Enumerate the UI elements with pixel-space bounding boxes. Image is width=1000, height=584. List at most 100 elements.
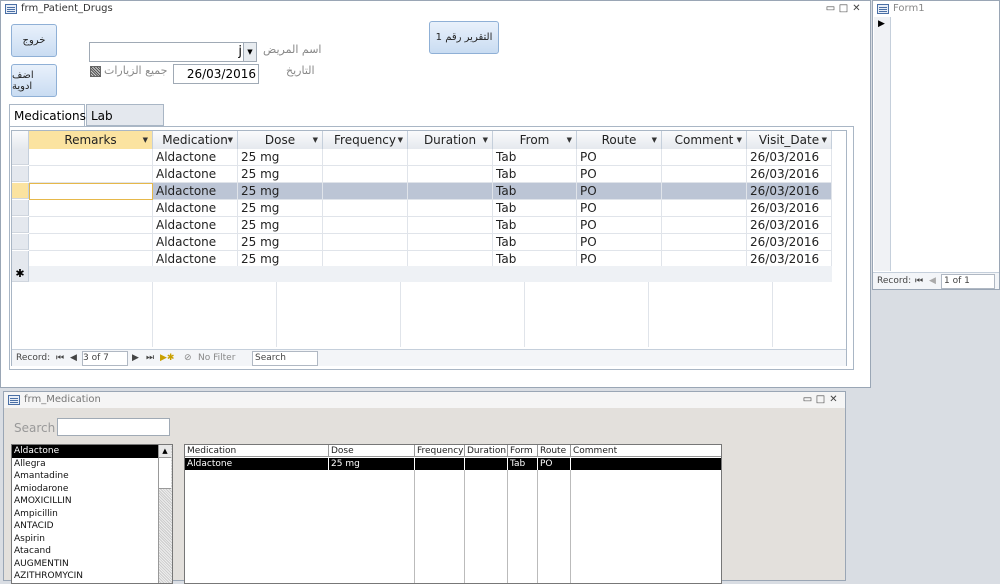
cell-route[interactable]: PO bbox=[577, 234, 662, 251]
cell-visit-date[interactable]: 26/03/2016 bbox=[747, 234, 832, 251]
new-record-row[interactable] bbox=[29, 266, 832, 282]
record-selector[interactable] bbox=[12, 183, 29, 199]
drug-list-item[interactable]: AMOXICILLIN bbox=[12, 495, 159, 508]
cell-visit-date[interactable]: 26/03/2016 bbox=[747, 149, 832, 166]
add-drugs-button[interactable]: اضف ادوية bbox=[11, 64, 57, 97]
drug-list-item[interactable]: Amantadine bbox=[12, 470, 159, 483]
minimize-icon[interactable]: ▭ bbox=[802, 394, 813, 405]
column-header-comment[interactable]: Comment ▼ bbox=[662, 131, 747, 149]
sub-header-duration[interactable]: Duration bbox=[465, 445, 508, 457]
cell-comment[interactable] bbox=[662, 183, 747, 200]
form1-titlebar[interactable]: Form1 bbox=[873, 1, 999, 17]
cell-route[interactable]: PO bbox=[577, 200, 662, 217]
patient-drugs-titlebar[interactable]: frm_Patient_Drugs bbox=[1, 1, 870, 17]
cell-remarks[interactable] bbox=[29, 217, 153, 234]
cell-duration[interactable] bbox=[408, 217, 493, 234]
report-button[interactable]: التقرير رقم 1 bbox=[429, 21, 499, 54]
cell-medication[interactable]: Aldactone bbox=[153, 200, 238, 217]
new-record-icon[interactable]: ▶✱ bbox=[160, 350, 174, 366]
record-selector[interactable] bbox=[12, 149, 29, 165]
cell-medication[interactable]: Aldactone bbox=[153, 166, 238, 183]
cell-medication[interactable]: Aldactone bbox=[153, 217, 238, 234]
cell-frequency[interactable] bbox=[323, 149, 408, 166]
cell-duration[interactable] bbox=[408, 234, 493, 251]
cell-from[interactable]: Tab bbox=[493, 166, 577, 183]
cell-dose[interactable]: 25 mg bbox=[238, 200, 323, 217]
column-header-duration[interactable]: Duration ▼ bbox=[408, 131, 493, 149]
dropdown-icon[interactable]: ▼ bbox=[567, 131, 572, 149]
record-selector[interactable] bbox=[12, 217, 29, 233]
dropdown-icon[interactable]: ▼ bbox=[737, 131, 742, 149]
cell-frequency[interactable] bbox=[323, 183, 408, 200]
dropdown-icon[interactable]: ▼ bbox=[228, 131, 233, 149]
record-position-field[interactable]: 1 of 1 bbox=[941, 274, 995, 289]
dropdown-icon[interactable]: ▼ bbox=[652, 131, 657, 149]
sub-cell[interactable]: 25 mg bbox=[329, 458, 415, 470]
cell-from[interactable]: Tab bbox=[493, 149, 577, 166]
cell-frequency[interactable] bbox=[323, 217, 408, 234]
form1-record-selector[interactable]: ▶ bbox=[874, 17, 891, 271]
dropdown-icon[interactable]: ▼ bbox=[143, 131, 148, 149]
cell-frequency[interactable] bbox=[323, 200, 408, 217]
restore-icon[interactable]: □ bbox=[815, 394, 826, 405]
drug-list-item[interactable]: Allegra bbox=[12, 458, 159, 471]
prev-record-icon[interactable]: ◀ bbox=[929, 273, 936, 289]
cell-remarks[interactable] bbox=[29, 166, 153, 183]
cell-comment[interactable] bbox=[662, 166, 747, 183]
date-field[interactable]: 26/03/2016 bbox=[173, 64, 259, 84]
medication-search-input[interactable] bbox=[57, 418, 170, 436]
medication-titlebar[interactable]: frm_Medication bbox=[4, 392, 845, 408]
chevron-down-icon[interactable]: ▼ bbox=[243, 43, 256, 61]
column-header-frequency[interactable]: Frequency ▼ bbox=[323, 131, 408, 149]
minimize-icon[interactable]: ▭ bbox=[825, 3, 836, 14]
cell-medication[interactable]: Aldactone bbox=[153, 234, 238, 251]
dropdown-icon[interactable]: ▼ bbox=[822, 131, 827, 149]
tab-lab-reports[interactable]: Lab Reports bbox=[86, 104, 164, 145]
cell-comment[interactable] bbox=[662, 217, 747, 234]
grid-corner[interactable] bbox=[12, 131, 29, 149]
cell-visit-date[interactable]: 26/03/2016 bbox=[747, 217, 832, 234]
all-visits-checkbox[interactable] bbox=[90, 66, 101, 77]
new-record-selector[interactable]: ✱ bbox=[12, 266, 29, 282]
first-record-icon[interactable]: ⏮ bbox=[56, 350, 64, 366]
sub-cell[interactable]: Tab bbox=[508, 458, 538, 470]
column-header-from[interactable]: From ▼ bbox=[493, 131, 577, 149]
record-selector[interactable] bbox=[12, 166, 29, 182]
restore-icon[interactable]: □ bbox=[838, 3, 849, 14]
scroll-up-icon[interactable]: ▲ bbox=[159, 445, 171, 458]
filter-icon[interactable]: ⊘ bbox=[184, 350, 192, 366]
sub-header-route[interactable]: Route bbox=[538, 445, 571, 457]
drug-listbox[interactable]: Aldactone Allegra Amantadine Amiodarone AMOX… bbox=[11, 444, 173, 584]
dropdown-icon[interactable]: ▼ bbox=[398, 131, 403, 149]
cell-from[interactable]: Tab bbox=[493, 217, 577, 234]
drug-list-item[interactable]: ANTACID bbox=[12, 520, 159, 533]
sub-cell[interactable] bbox=[465, 458, 508, 470]
cell-frequency[interactable] bbox=[323, 166, 408, 183]
cell-remarks[interactable] bbox=[29, 149, 153, 166]
cell-dose[interactable]: 25 mg bbox=[238, 149, 323, 166]
cell-duration[interactable] bbox=[408, 183, 493, 200]
cell-medication[interactable]: Aldactone bbox=[153, 149, 238, 166]
sub-header-form[interactable]: Form bbox=[508, 445, 538, 457]
cell-frequency[interactable] bbox=[323, 234, 408, 251]
cell-comment[interactable] bbox=[662, 149, 747, 166]
cell-route[interactable]: PO bbox=[577, 166, 662, 183]
next-record-icon[interactable]: ▶ bbox=[132, 350, 139, 366]
cell-visit-date[interactable]: 26/03/2016 bbox=[747, 200, 832, 217]
no-filter-label[interactable]: No Filter bbox=[198, 350, 235, 366]
cell-medication[interactable]: Aldactone bbox=[153, 183, 238, 200]
dropdown-icon[interactable]: ▼ bbox=[313, 131, 318, 149]
dropdown-icon[interactable]: ▼ bbox=[483, 131, 488, 149]
first-record-icon[interactable]: ⏮ bbox=[915, 273, 923, 289]
cell-from[interactable]: Tab bbox=[493, 200, 577, 217]
record-selector[interactable] bbox=[12, 251, 29, 267]
cell-dose[interactable]: 25 mg bbox=[238, 234, 323, 251]
scroll-thumb[interactable] bbox=[159, 458, 171, 489]
drug-list-item[interactable]: Aspirin bbox=[12, 533, 159, 546]
exit-button[interactable]: خروج bbox=[11, 24, 57, 57]
drug-list-item[interactable]: Aldactone bbox=[12, 445, 159, 458]
cell-comment[interactable] bbox=[662, 234, 747, 251]
column-header-remarks[interactable]: Remarks ▼ bbox=[29, 131, 153, 149]
patient-name-combobox[interactable]: j ▼ bbox=[89, 42, 257, 62]
record-selector[interactable] bbox=[12, 200, 29, 216]
